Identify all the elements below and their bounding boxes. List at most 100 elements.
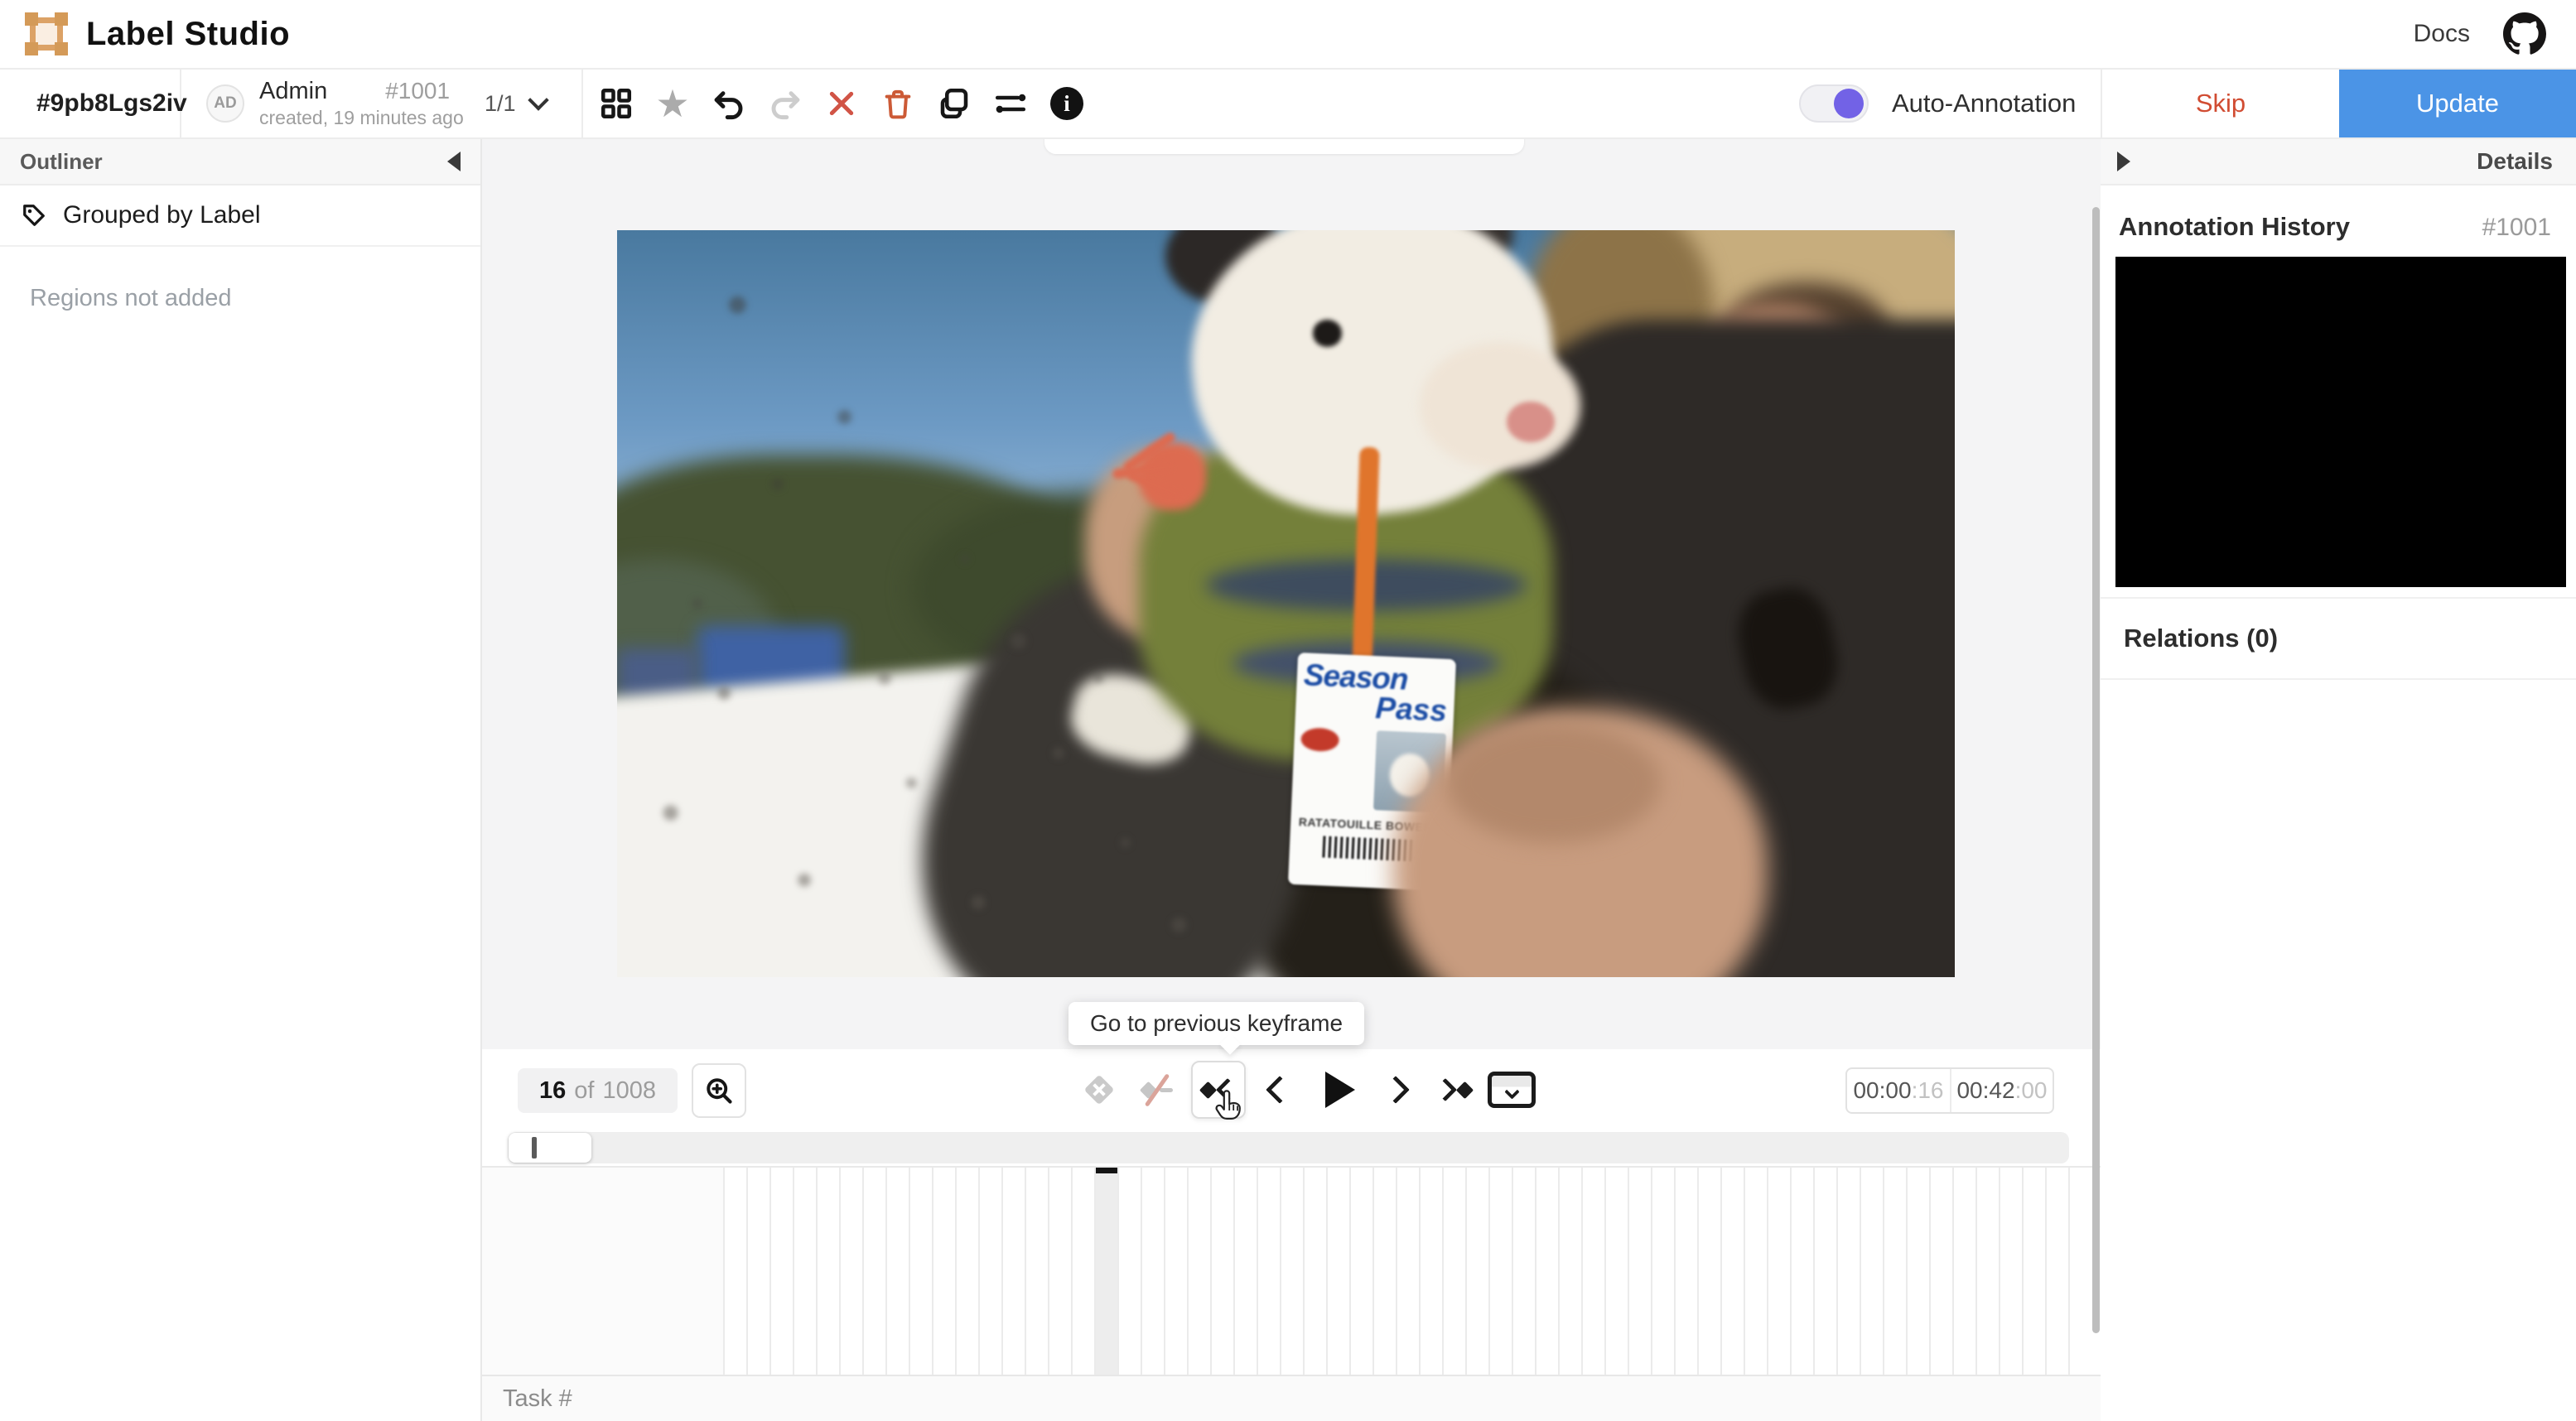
top-bar: Label Studio Docs (0, 0, 2576, 70)
undo-icon (714, 91, 743, 120)
video-player[interactable]: Season Pass RATATOUILLE BOWERS (617, 230, 1955, 977)
next-frame-button[interactable] (1372, 1061, 1420, 1119)
redo-button[interactable] (767, 85, 803, 122)
outliner-panel: Outliner Grouped by Label Regions not ad… (0, 139, 482, 1421)
grouping-label: Grouped by Label (63, 201, 261, 229)
previous-frame-button[interactable] (1256, 1061, 1304, 1119)
info-button[interactable]: i (1049, 85, 1085, 122)
timeline-label-gutter (482, 1168, 723, 1375)
frame-counter[interactable]: 16 of 1008 (518, 1068, 678, 1113)
details-title: Details (2477, 148, 2553, 174)
next-keyframe-button[interactable] (1430, 1061, 1478, 1119)
undo-button[interactable] (711, 85, 747, 122)
settings-button[interactable] (992, 85, 1029, 122)
add-keyframe-button[interactable] (1075, 1061, 1123, 1119)
hand-cursor-icon (1215, 1090, 1241, 1120)
seekbar-handle[interactable] (509, 1133, 591, 1163)
auto-annotation-toggle[interactable] (1799, 84, 1869, 123)
timeline-tick (1419, 1168, 1421, 1375)
timeline-tick (793, 1168, 794, 1375)
timeline-tick (1071, 1168, 1073, 1375)
delete-annotation-button[interactable] (880, 85, 916, 122)
docs-link[interactable]: Docs (2414, 20, 2470, 48)
timeline-tick (1025, 1168, 1026, 1375)
timeline-tick (1674, 1168, 1676, 1375)
toggle-interpolation-button[interactable] (1133, 1061, 1181, 1119)
label-studio-app: Label Studio Docs #9pb8Lgs2iv AD Admin #… (0, 0, 2576, 1421)
seek-position-marker (532, 1137, 537, 1158)
annotation-history-preview (2115, 257, 2566, 587)
timeline-tick (885, 1168, 887, 1375)
timeline-tick (1558, 1168, 1560, 1375)
view-all-button[interactable] (598, 85, 634, 122)
play-button[interactable] (1314, 1061, 1362, 1119)
timeline-tick (746, 1168, 748, 1375)
timeline-tick (1117, 1168, 1119, 1375)
duration-time-field[interactable]: 00:42:00 (1950, 1069, 2053, 1112)
auto-annotation-label: Auto-Annotation (1892, 89, 2077, 118)
zoom-button[interactable] (692, 1063, 746, 1118)
cross-icon (829, 91, 854, 116)
timeline-tick (1257, 1168, 1258, 1375)
timeline-tick (2045, 1168, 2047, 1375)
seek-row (482, 1132, 2101, 1165)
copy-icon (940, 88, 968, 119)
seekbar-track[interactable] (508, 1132, 2069, 1163)
timeline-tick (1929, 1168, 1931, 1375)
regions-empty-message: Regions not added (30, 285, 232, 311)
timeline-tick (769, 1168, 771, 1375)
ground-truth-button[interactable]: ★ (654, 82, 691, 125)
details-panel: Details Annotation History #1001 Relatio… (2101, 139, 2576, 1421)
timeline-playhead[interactable] (1096, 1168, 1117, 1375)
timeline-tick (1349, 1168, 1351, 1375)
timeline-tick (1813, 1168, 1815, 1375)
timeline-tick (1372, 1168, 1374, 1375)
grid-icon (601, 88, 632, 119)
skip-button[interactable]: Skip (2101, 70, 2339, 137)
timeline-tick (1187, 1168, 1189, 1375)
task-id[interactable]: #9pb8Lgs2iv (0, 70, 187, 137)
chevron-down-icon[interactable] (527, 89, 549, 111)
star-icon: ★ (655, 82, 690, 125)
timeline-tick (1697, 1168, 1699, 1375)
timeline-tick (839, 1168, 841, 1375)
trash-icon (885, 89, 911, 119)
tooltip: Go to previous keyframe (1069, 1002, 1365, 1055)
timeline-tick (1233, 1168, 1235, 1375)
timeline-tick (1790, 1168, 1792, 1375)
frames-control-button[interactable] (1488, 1061, 1536, 1119)
timeline-tick (862, 1168, 864, 1375)
timeline-tick (1001, 1168, 1003, 1375)
keyframe-add-icon (1083, 1074, 1115, 1105)
expand-right-icon[interactable] (2117, 152, 2130, 171)
annotation-history-title: Annotation History (2119, 212, 2350, 241)
sliders-icon (995, 94, 1026, 113)
timeline-tick (1860, 1168, 1861, 1375)
timeline-tick (1999, 1168, 2000, 1375)
main-column: Season Pass RATATOUILLE BOWERS Go to pre… (482, 139, 2101, 1421)
update-button[interactable]: Update (2339, 70, 2576, 137)
reset-button[interactable] (823, 85, 860, 122)
timeline-tick (1442, 1168, 1444, 1375)
chevron-right-icon (1382, 1076, 1410, 1104)
current-time-field[interactable]: 00:00:16 (1847, 1069, 1950, 1112)
timeline-tick (1535, 1168, 1536, 1375)
annotation-canvas: Season Pass RATATOUILLE BOWERS (482, 139, 2101, 1049)
frames-box-icon (1488, 1072, 1536, 1108)
timeline-tick (1744, 1168, 1745, 1375)
timeline-ruler[interactable] (723, 1168, 2094, 1375)
zoom-in-icon (707, 1078, 732, 1104)
annotation-author: Admin (259, 78, 328, 105)
timeline[interactable] (482, 1166, 2101, 1375)
previous-keyframe-button[interactable] (1191, 1061, 1246, 1120)
main-scrollbar[interactable] (2092, 207, 2100, 1333)
timeline-tick (1465, 1168, 1467, 1375)
collapse-left-icon[interactable] (447, 152, 461, 171)
duplicate-button[interactable] (936, 85, 972, 122)
annotation-pager: 1/1 (485, 90, 516, 116)
github-icon[interactable] (2503, 12, 2546, 55)
grouped-by-label-selector[interactable]: Grouped by Label (0, 185, 480, 247)
relations-header[interactable]: Relations (0) (2101, 597, 2576, 680)
timeline-tick (1952, 1168, 1954, 1375)
workspace: Outliner Grouped by Label Regions not ad… (0, 139, 2576, 1421)
